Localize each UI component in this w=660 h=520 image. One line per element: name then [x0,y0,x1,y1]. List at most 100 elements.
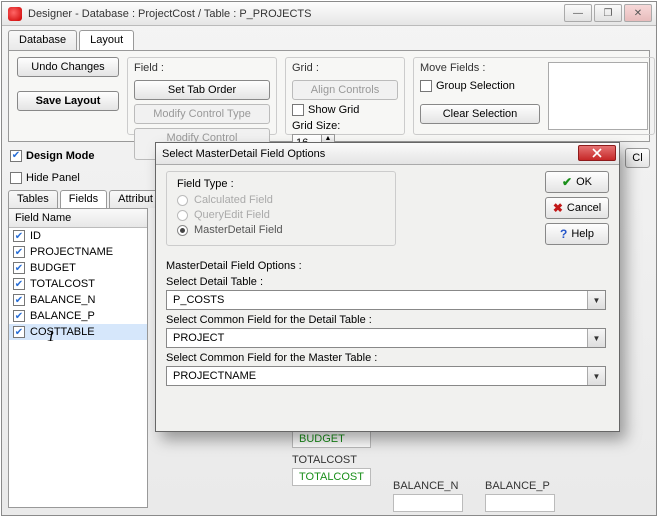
checkbox-icon[interactable]: ✔ [13,310,25,322]
help-button[interactable]: ? Help [545,223,609,245]
main-titlebar: Designer - Database : ProjectCost / Tabl… [2,2,656,26]
clear-selection-button[interactable]: Clear Selection [420,104,540,124]
checkbox-icon [420,80,432,92]
minimize-button[interactable]: — [564,4,592,22]
detail-common-select[interactable]: PROJECT ▼ [166,328,606,348]
grid-header: Grid : [292,62,398,74]
field-type-group: Field Type : Calculated Field QueryEdit … [166,171,396,246]
md-options-header: MasterDetail Field Options : [166,260,609,272]
dialog-close-button[interactable] [578,145,616,161]
undo-changes-button[interactable]: Undo Changes [17,57,119,77]
field-label-balance-p: BALANCE_P [485,480,555,492]
tab-tables[interactable]: Tables [8,190,58,208]
fields-list: Field Name ✔ID✔PROJECTNAME✔BUDGET✔TOTALC… [8,208,148,508]
app-icon [8,7,22,21]
truncated-button[interactable]: Cl [625,148,650,168]
left-panel: ✔ Design Mode Hide Panel Tables Fields A… [8,148,148,508]
field-item[interactable]: ✔ PROJECTNAME [9,244,147,260]
dialog-titlebar: Select MasterDetail Field Options [156,143,619,165]
radio-icon [177,195,188,206]
dialog-title: Select MasterDetail Field Options [162,148,325,160]
field-item-label: BALANCE_N [30,294,95,306]
cancel-label: Cancel [567,202,601,214]
close-icon [591,148,603,158]
masterdetail-dialog: Select MasterDetail Field Options ✔ OK ✖… [155,142,620,432]
field-item[interactable]: ✔ COSTTABLE [9,324,147,340]
radio-masterdetail[interactable]: MasterDetail Field [177,224,385,236]
checkbox-icon[interactable]: ✔ [13,278,25,290]
tab-layout[interactable]: Layout [79,30,134,50]
field-item[interactable]: ✔ID [9,228,147,244]
field-item[interactable]: ✔BUDGET [9,260,147,276]
tab-fields[interactable]: Fields [60,190,107,208]
cross-icon: ✖ [553,201,563,215]
annotation-1: 1 [47,328,55,346]
hide-panel-checkbox[interactable]: Hide Panel [10,172,146,184]
layout-toolbar: Undo Changes Save Layout Field : Set Tab… [8,50,650,142]
grid-size-label: Grid Size: [292,120,340,132]
checkbox-icon[interactable]: ✔ [13,326,25,338]
design-mode-checkbox[interactable]: ✔ Design Mode [10,150,146,162]
group-selection-label: Group Selection [436,80,515,92]
show-grid-label: Show Grid [308,104,359,116]
group-selection-checkbox[interactable]: Group Selection [420,80,540,92]
tab-database[interactable]: Database [8,30,77,50]
radio-icon [177,225,188,236]
hide-panel-label: Hide Panel [26,172,80,184]
maximize-button[interactable]: ❐ [594,4,622,22]
checkbox-icon[interactable]: ✔ [13,246,25,258]
save-layout-button[interactable]: Save Layout [17,91,119,111]
field-item-label: PROJECTNAME [30,246,113,258]
field-value-budget[interactable]: BUDGET [292,430,371,448]
field-value-balance-p[interactable] [485,494,555,512]
move-fields-header: Move Fields : [420,62,540,74]
chevron-down-icon: ▼ [587,367,605,385]
grid-group: Grid : Align Controls Show Grid Grid Siz… [285,57,405,135]
design-mode-label: Design Mode [26,150,94,162]
field-panel-tabs: Tables Fields Attribut [8,190,148,208]
master-common-select[interactable]: PROJECTNAME ▼ [166,366,606,386]
field-header: Field : [134,62,270,74]
field-item[interactable]: ✔ TOTALCOST [9,276,147,292]
radio-masterdetail-label: MasterDetail Field [194,224,283,236]
show-grid-checkbox[interactable]: Show Grid [292,104,398,116]
set-tab-order-button[interactable]: Set Tab Order [134,80,270,100]
main-window: Designer - Database : ProjectCost / Tabl… [1,1,657,516]
radio-calculated-label: Calculated Field [194,194,273,206]
field-item[interactable]: ✔ BALANCE_N [9,292,147,308]
field-item-label: COSTTABLE [30,326,95,338]
field-value-balance-n[interactable] [393,494,463,512]
checkbox-icon[interactable]: ✔ [13,294,25,306]
checkbox-icon[interactable]: ✔ [13,230,25,242]
field-item-label: TOTALCOST [30,278,95,290]
field-type-header: Field Type : [177,178,385,190]
masterdetail-options: MasterDetail Field Options : Select Deta… [166,260,609,386]
help-label: Help [571,228,594,240]
detail-common-value: PROJECT [173,332,224,344]
checkbox-icon [292,104,304,116]
radio-icon [177,210,188,221]
selection-preview [548,62,648,130]
cancel-button[interactable]: ✖ Cancel [545,197,609,219]
modify-control-type-button: Modify Control Type [134,104,270,124]
checkbox-icon: ✔ [10,150,22,162]
field-item-label: BALANCE_P [30,310,95,322]
align-controls-button: Align Controls [292,80,398,100]
detail-table-select[interactable]: P_COSTS ▼ [166,290,606,310]
question-icon: ? [560,227,567,241]
detail-common-label: Select Common Field for the Detail Table… [166,314,609,326]
radio-queryedit: QueryEdit Field [177,209,385,221]
radio-calculated: Calculated Field [177,194,385,206]
check-icon: ✔ [562,175,572,189]
field-label-balance-n: BALANCE_N [393,480,463,492]
detail-table-value: P_COSTS [173,294,224,306]
radio-queryedit-label: QueryEdit Field [194,209,270,221]
field-label-totalcost: TOTALCOST [292,454,371,466]
field-value-totalcost[interactable]: TOTALCOST [292,468,371,486]
close-button[interactable]: ✕ [624,4,652,22]
field-group: Field : Set Tab Order Modify Control Typ… [127,57,277,135]
design-canvas: BUDGET BUDGET TOTALCOST TOTALCOST BALANC… [292,442,555,512]
checkbox-icon[interactable]: ✔ [13,262,25,274]
ok-button[interactable]: ✔ OK [545,171,609,193]
field-item[interactable]: ✔ BALANCE_P [9,308,147,324]
